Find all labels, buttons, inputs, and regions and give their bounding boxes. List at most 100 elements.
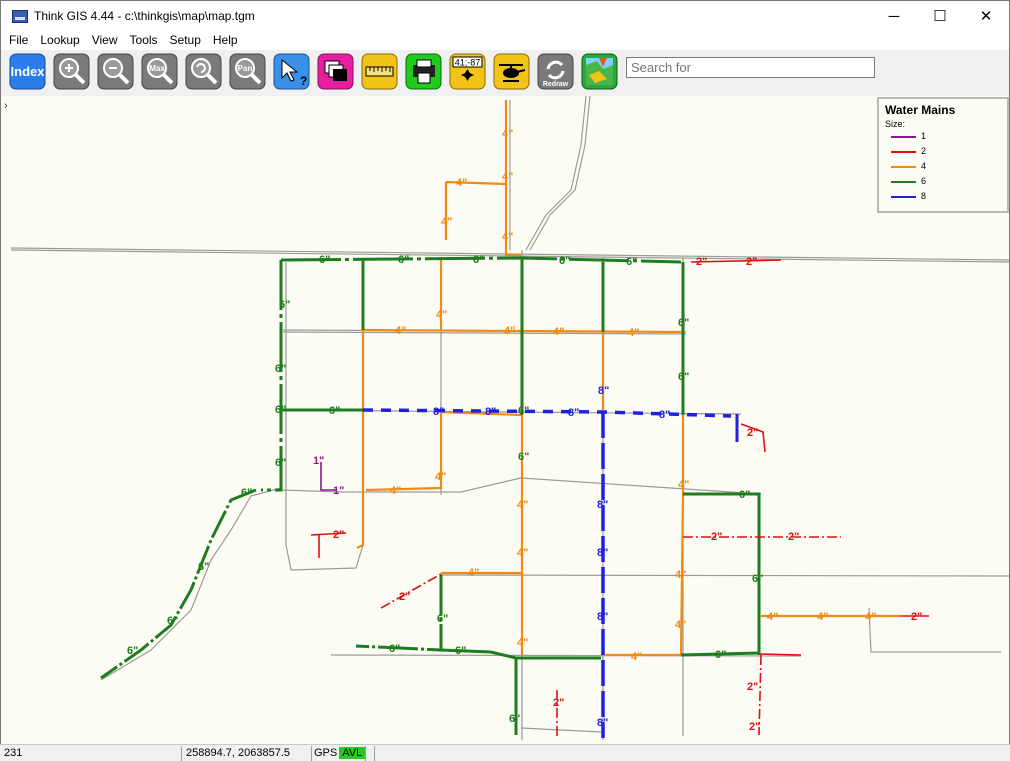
status-spacer — [365, 745, 376, 761]
size-label-6: 6" — [389, 643, 400, 655]
legend-item: 6 — [885, 174, 1001, 189]
avl-button[interactable] — [493, 53, 530, 90]
legend-label: 4 — [921, 161, 927, 171]
menu-lookup[interactable]: Lookup — [34, 31, 85, 50]
svg-text:?: ? — [300, 74, 307, 88]
size-label-6: 6" — [319, 254, 330, 266]
size-label-2: 2" — [553, 697, 564, 709]
size-label-2: 2" — [747, 681, 758, 693]
menu-tools[interactable]: Tools — [124, 31, 164, 50]
size-label-4: 4" — [436, 309, 447, 321]
size-label-4: 4" — [767, 611, 778, 623]
size-label-2: 2" — [747, 427, 758, 439]
size-label-6: 6" — [127, 645, 138, 657]
size-label-8: 8" — [659, 409, 670, 421]
size-label-2: 2" — [788, 531, 799, 543]
title-bar: Think GIS 4.44 - c:\thinkgis\map\map.tgm… — [0, 0, 1010, 31]
size-label-4: 4" — [517, 547, 528, 559]
size-label-4: 4" — [504, 325, 515, 337]
size-label-6: 6" — [329, 405, 340, 417]
size-label-6: 6" — [678, 371, 689, 383]
menu-help[interactable]: Help — [207, 31, 244, 50]
identify-button[interactable]: ? — [273, 53, 310, 90]
map-canvas[interactable]: › 6" 6" 6" 6" 6" 2" 2" 6" 6" 6" 6" 6" 6"… — [0, 96, 1010, 744]
legend-swatch — [891, 136, 916, 138]
size-label-6: 6" — [437, 613, 448, 625]
size-label-6: 6" — [559, 255, 570, 267]
size-label-8: 8" — [597, 499, 608, 511]
index-button[interactable]: Index — [9, 53, 46, 90]
map-view-button[interactable] — [581, 53, 618, 90]
size-label-4: 4" — [678, 479, 689, 491]
close-button[interactable]: ✕ — [963, 1, 1009, 31]
size-label-6: 6" — [398, 254, 409, 266]
size-label-8: 8" — [597, 717, 608, 729]
size-label-2: 2" — [711, 531, 722, 543]
size-label-6: 6" — [518, 451, 529, 463]
map-legend: Water Mains Size: 1 2 4 6 8 — [877, 97, 1009, 213]
zoom-out-button[interactable] — [97, 53, 134, 90]
legend-swatch — [891, 166, 916, 168]
legend-title: Water Mains — [885, 103, 956, 117]
status-value: 231 — [0, 745, 182, 761]
size-label-8: 8" — [597, 611, 608, 623]
pan-label: Pan — [238, 64, 253, 73]
size-label-4: 4" — [517, 637, 528, 649]
size-label-6: 6" — [198, 561, 209, 573]
toolbar: Index Max Pan ? 41;-87 Redraw — [0, 50, 1010, 96]
goto-coordinate-button[interactable]: 41;-87 — [449, 53, 486, 90]
size-label-4: 4" — [631, 651, 642, 663]
print-button[interactable] — [405, 53, 442, 90]
size-label-4: 4" — [456, 177, 467, 189]
measure-button[interactable] — [361, 53, 398, 90]
size-label-2: 2" — [399, 591, 410, 603]
water-mains-4in — [356, 100, 901, 657]
search-input[interactable] — [626, 57, 875, 78]
redraw-button[interactable]: Redraw — [537, 53, 574, 90]
size-label-4: 4" — [517, 499, 528, 511]
size-label-6: 6" — [279, 299, 290, 311]
legend-item: 4 — [885, 159, 1001, 174]
index-label: Index — [11, 64, 46, 79]
layers-button[interactable] — [317, 53, 354, 90]
size-label-2: 2" — [749, 721, 760, 733]
pan-button[interactable]: Pan — [229, 53, 266, 90]
size-label-8: 8" — [598, 385, 609, 397]
size-label-4: 4" — [390, 485, 401, 497]
size-label-4: 4" — [435, 471, 446, 483]
menu-setup[interactable]: Setup — [164, 31, 207, 50]
maximize-button[interactable]: ☐ — [917, 1, 963, 31]
menu-bar: File Lookup View Tools Setup Help — [0, 31, 1010, 50]
map-svg: 6" 6" 6" 6" 6" 2" 2" 6" 6" 6" 6" 6" 6" 6… — [10, 96, 1009, 740]
menu-file[interactable]: File — [1, 31, 34, 50]
legend-subtitle: Size: — [885, 119, 906, 129]
size-label-1: 1" — [333, 485, 344, 497]
size-label-4: 4" — [675, 569, 686, 581]
size-label-4: 4" — [502, 231, 513, 243]
zoom-max-button[interactable]: Max — [141, 53, 178, 90]
zoom-in-button[interactable] — [53, 53, 90, 90]
redraw-label: Redraw — [543, 81, 569, 88]
coord-label: 41;-87 — [455, 58, 481, 68]
menu-view[interactable]: View — [86, 31, 124, 50]
size-label-6: 6" — [518, 405, 529, 417]
legend-swatch — [891, 181, 916, 183]
size-label-2: 2" — [911, 611, 922, 623]
size-label-6: 6" — [739, 489, 750, 501]
legend-item: 8 — [885, 189, 1001, 204]
size-label-4: 4" — [502, 128, 513, 140]
gps-indicator: GPS — [314, 746, 338, 759]
zoom-previous-icon — [191, 58, 211, 78]
minimize-button[interactable]: ─ — [871, 1, 917, 31]
legend-swatch — [891, 196, 916, 198]
size-label-2: 2" — [696, 256, 707, 268]
size-label-8: 8" — [433, 406, 444, 418]
window-title: Think GIS 4.44 - c:\thinkgis\map\map.tgm — [34, 9, 255, 23]
zoom-previous-button[interactable] — [185, 53, 222, 90]
size-label-6: 6" — [509, 713, 520, 725]
size-label-1: 1" — [313, 455, 324, 467]
legend-swatch — [891, 151, 916, 153]
size-label-8: 8" — [568, 407, 579, 419]
size-label-2: 2" — [333, 529, 344, 541]
size-label-4: 4" — [865, 611, 876, 623]
